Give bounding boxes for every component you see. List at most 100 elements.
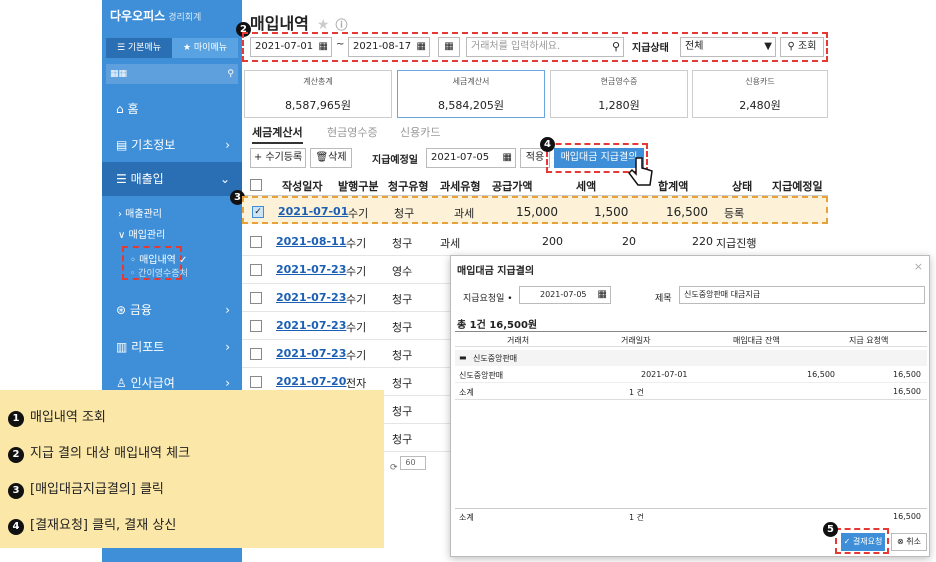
pay-date-label: 지급예정일 bbox=[372, 155, 418, 166]
person-icon: ♙ bbox=[116, 376, 131, 390]
table-row[interactable]: 2021-07-23 수기 청구 bbox=[242, 340, 450, 368]
dialog-table-header: 거래처 거래일자 매입대금 잔액 지급 요청액 bbox=[455, 331, 927, 347]
chevron-right-icon: › bbox=[225, 340, 230, 354]
list-icon: ☰ bbox=[116, 172, 131, 186]
summary-card-total: 계산총계 8,587,965원 bbox=[244, 70, 392, 118]
close-icon[interactable]: × bbox=[914, 260, 923, 273]
sidebar-item-sales[interactable]: ☰ 매출입 ⌄ bbox=[102, 162, 242, 196]
pagination: ⟳ 60 bbox=[390, 456, 427, 473]
sidebar-buy-mgmt[interactable]: ∨ 매입관리 bbox=[118, 226, 165, 241]
home-icon: ⌂ bbox=[116, 102, 128, 116]
pay-resolution-dialog: 매입대금 지급결의 × 지급요청일 • 2021-07-05 ▦ 제목 신도중앙판… bbox=[450, 255, 930, 557]
chevron-down-icon: ⌄ bbox=[219, 172, 230, 186]
req-date-label: 지급요청일 • bbox=[463, 294, 513, 304]
menu-search[interactable]: ▦▦ ⚲ bbox=[106, 64, 238, 84]
row-checkbox-checked[interactable]: ✓ bbox=[252, 206, 264, 218]
calendar-icon[interactable]: ▦ bbox=[503, 149, 512, 167]
tab-all-menu[interactable]: ☰ 기본메뉴 bbox=[106, 38, 172, 58]
page-title-row: 매입내역 ★ ⓘ bbox=[250, 10, 347, 34]
table-row[interactable]: 2021-07-23 수기 청구 bbox=[242, 284, 450, 312]
tab-credit-card[interactable]: 신용카드 bbox=[400, 124, 440, 140]
req-date-input[interactable]: 2021-07-05 ▦ bbox=[519, 286, 611, 304]
summary-card-tax-invoice[interactable]: 세금계산서 8,584,205원 bbox=[397, 70, 545, 118]
pay-status-label: 지급상태 bbox=[632, 43, 669, 54]
search-icon: ⚲ bbox=[787, 41, 799, 52]
calendar-icon: ▦ bbox=[444, 41, 454, 52]
delete-button[interactable]: 🗑삭제 bbox=[310, 148, 352, 168]
calendar-icon[interactable]: ▦ bbox=[417, 38, 426, 56]
favorite-star-icon[interactable]: ★ bbox=[317, 17, 330, 33]
sidebar-sales-mgmt[interactable]: › 매출관리 bbox=[118, 205, 162, 220]
pay-date-input[interactable]: 2021-07-05 ▦ bbox=[426, 148, 516, 168]
page-size-input[interactable]: 60 bbox=[400, 456, 427, 470]
step-badge-5: 5 bbox=[823, 522, 838, 537]
check-icon: ✓ bbox=[843, 537, 853, 546]
search-icon[interactable]: ⚲ bbox=[227, 64, 234, 84]
dialog-title: 매입대금 지급결의 bbox=[457, 266, 535, 277]
sidebar-item-basic[interactable]: ▤ 기초정보 › bbox=[102, 128, 242, 162]
calendar-icon[interactable]: ▦ bbox=[598, 287, 607, 303]
dialog-total: 총 1건 16,500원 bbox=[457, 320, 538, 331]
tab-tax-invoice[interactable]: 세금계산서 bbox=[252, 124, 303, 144]
chevron-right-icon: › bbox=[225, 138, 230, 152]
dialog-footer-row: 소계 1 건 16,500 bbox=[455, 508, 927, 524]
tab-cash-receipt[interactable]: 현금영수증 bbox=[327, 124, 378, 140]
search-bar: 2021-07-01 ▦ ~ 2021-08-17 ▦ ▦ 거래처를 입력하세요. ⚲… bbox=[242, 32, 828, 62]
calendar-picker-button[interactable]: ▦ bbox=[438, 37, 460, 57]
select-all-checkbox[interactable] bbox=[250, 179, 262, 191]
dialog-data-row[interactable]: 신도중앙판매 2021-07-01 16,500 16,500 bbox=[455, 367, 927, 383]
vendor-search-input[interactable]: 거래처를 입력하세요. ⚲ bbox=[466, 37, 624, 57]
row-checkbox[interactable] bbox=[250, 292, 262, 304]
search-button[interactable]: ⚲ 조회 bbox=[780, 37, 824, 57]
legend-step-2: 2 지급 결의 대상 매입내역 체크 bbox=[8, 442, 190, 463]
cancel-button[interactable]: ⊗ 취소 bbox=[891, 533, 927, 551]
instruction-legend: 1 매입내역 조회 2 지급 결의 대상 매입내역 체크 3 [매입대금지급결의] 클… bbox=[0, 390, 384, 548]
legend-step-1: 1 매입내역 조회 bbox=[8, 406, 106, 427]
table-row[interactable]: 2021-08-11 수기 청구 과세 200 20 220 지급진행 bbox=[242, 228, 828, 256]
date-to-input[interactable]: 2021-08-17 ▦ bbox=[348, 37, 430, 57]
approval-request-button[interactable]: ✓ 결재요청 bbox=[841, 533, 885, 551]
document-icon: ▤ bbox=[116, 138, 132, 152]
refresh-icon[interactable]: ⟳ bbox=[390, 463, 400, 473]
row-checkbox[interactable] bbox=[250, 236, 262, 248]
step-badge-4: 4 bbox=[540, 137, 555, 152]
collapse-icon[interactable]: ▬ bbox=[459, 353, 467, 362]
row-checkbox[interactable] bbox=[250, 264, 262, 276]
caret-down-icon: ▼ bbox=[764, 41, 772, 52]
date-from-input[interactable]: 2021-07-01 ▦ bbox=[250, 37, 332, 57]
sidebar-item-finance[interactable]: ⊛ 금융 › bbox=[102, 293, 242, 327]
table-row[interactable]: 2021-07-23 수기 영수 bbox=[242, 256, 450, 284]
legend-step-4: 4 [결재요청] 클릭, 결재 상신 bbox=[8, 514, 176, 535]
info-icon[interactable]: ⓘ bbox=[335, 18, 347, 32]
buy-receipt-label[interactable]: ◦ 간이영수증처 bbox=[130, 266, 188, 279]
add-manual-button[interactable]: + 수기등록 bbox=[250, 148, 306, 168]
summary-card-cash-receipt[interactable]: 현금영수증 1,280원 bbox=[550, 70, 688, 118]
page-title: 매입내역 bbox=[250, 14, 309, 33]
dialog-subtotal-row: 소계 1 건 16,500 bbox=[455, 384, 927, 400]
cancel-icon: ⊗ bbox=[897, 537, 907, 546]
sidebar-item-report[interactable]: ▥ 리포트 › bbox=[102, 330, 242, 364]
coin-icon: ⊛ bbox=[116, 303, 130, 317]
tab-my-menu[interactable]: ★ 마이메뉴 bbox=[172, 38, 238, 58]
menu-tabs: ☰ 기본메뉴 ★ 마이메뉴 bbox=[106, 38, 238, 58]
legend-step-3: 3 [매입대금지급결의] 클릭 bbox=[8, 478, 164, 499]
summary-card-credit-card[interactable]: 신용카드 2,480원 bbox=[692, 70, 828, 118]
report-icon: ▥ bbox=[116, 340, 132, 354]
dialog-group-row[interactable]: ▬ 신도중앙판매 bbox=[455, 350, 927, 366]
calendar-icon[interactable]: ▦ bbox=[319, 38, 328, 56]
table-row[interactable]: 2021-07-23 수기 청구 bbox=[242, 312, 450, 340]
search-icon[interactable]: ⚲ bbox=[612, 38, 620, 56]
trash-icon: 🗑 bbox=[315, 152, 329, 163]
row-checkbox[interactable] bbox=[250, 376, 262, 388]
row-checkbox[interactable] bbox=[250, 320, 262, 332]
sidebar-item-home[interactable]: ⌂ 홈 bbox=[102, 92, 242, 126]
sidebar-buy-list[interactable]: ◦ 매입내역 ✓ ◦ 간이영수증처 bbox=[122, 246, 188, 280]
chevron-right-icon: › bbox=[225, 303, 230, 317]
brand-logo[interactable]: 다우오피스 경리회계 bbox=[110, 7, 201, 24]
row-checkbox[interactable] bbox=[250, 348, 262, 360]
table-row[interactable]: ✓ 2021-07-01 수기 청구 과세 15,000 1,500 16,50… bbox=[242, 196, 828, 224]
range-separator: ~ bbox=[336, 39, 345, 50]
pay-status-select[interactable]: 전체 ▼ bbox=[680, 37, 776, 57]
subject-input[interactable]: 신도중앙판매 대금지급 bbox=[679, 286, 925, 304]
buy-list-label: ◦ 매입내역 ✓ bbox=[130, 255, 188, 266]
